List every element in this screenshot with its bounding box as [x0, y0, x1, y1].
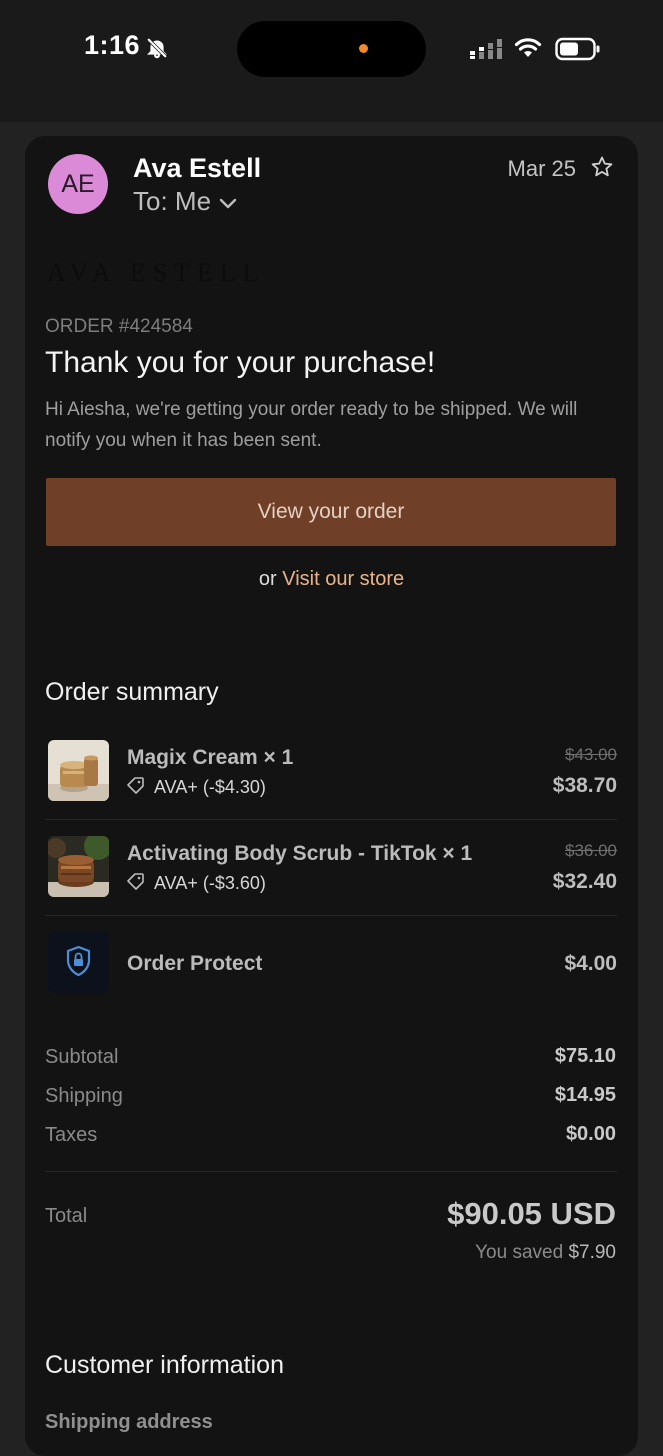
- camera-indicator-icon: [359, 44, 368, 53]
- battery-icon: [555, 37, 601, 66]
- visit-store-link[interactable]: Visit our store: [282, 568, 404, 590]
- list-item: Magix Cream × 1 AVA+ (-$4.30) $43.00 $38…: [45, 740, 617, 802]
- product-image-body-scrub: [48, 836, 109, 897]
- star-icon[interactable]: [590, 155, 614, 184]
- brand-logo: AVA ESTELL: [47, 258, 266, 287]
- item-discount: AVA+ (-$3.60): [127, 872, 266, 895]
- clock-time: 1:16: [84, 30, 141, 60]
- recipient-label: To: Me: [133, 186, 212, 216]
- saved-prefix: You saved: [475, 1242, 564, 1263]
- savings-text: You saved $7.90: [475, 1242, 616, 1264]
- shipping-address-label: Shipping address: [45, 1411, 213, 1433]
- divider: [45, 1171, 617, 1172]
- item-price: $32.40: [552, 870, 617, 893]
- page-title: Thank you for your purchase!: [45, 346, 436, 379]
- item-price: $4.00: [564, 952, 617, 975]
- item-name: Order Protect: [127, 952, 263, 975]
- item-discount: AVA+ (-$4.30): [127, 776, 266, 799]
- status-bar: 1:16: [0, 0, 663, 122]
- divider: [45, 819, 617, 820]
- total-value: $90.05 USD: [447, 1196, 616, 1231]
- email-date: Mar 25: [507, 156, 576, 181]
- chevron-down-icon: [219, 186, 237, 217]
- divider: [45, 915, 617, 916]
- bell-muted-icon: [146, 37, 168, 64]
- total-label: Total: [45, 1205, 88, 1227]
- subtotal-label: Subtotal: [45, 1046, 119, 1068]
- or-text: or: [258, 568, 277, 590]
- order-summary-title: Order summary: [45, 678, 219, 706]
- visit-store-line: or Visit our store: [25, 568, 638, 591]
- taxes-value: $0.00: [565, 1123, 616, 1145]
- subtotal-value: $75.10: [554, 1045, 616, 1067]
- recipient-toggle[interactable]: To: Me: [133, 186, 237, 217]
- tag-icon: [127, 872, 145, 895]
- view-order-button[interactable]: View your order: [46, 478, 616, 546]
- list-item: Activating Body Scrub - TikTok × 1 AVA+ …: [45, 836, 617, 898]
- intro-text: Hi Aiesha, we're getting your order read…: [45, 399, 578, 451]
- list-item: Order Protect $4.00: [45, 932, 617, 994]
- discount-label: AVA+ (-$4.30): [154, 777, 266, 797]
- taxes-label: Taxes: [45, 1124, 98, 1146]
- tag-icon: [127, 776, 145, 799]
- shipping-label: Shipping: [45, 1085, 123, 1107]
- discount-label: AVA+ (-$3.60): [154, 873, 266, 893]
- item-name: Activating Body Scrub - TikTok × 1: [127, 842, 473, 865]
- shipping-value: $14.95: [554, 1084, 616, 1106]
- original-price: $43.00: [565, 745, 617, 764]
- sender-name[interactable]: Ava Estell: [133, 153, 261, 184]
- order-protect-image: [48, 932, 109, 993]
- order-number: ORDER #424584: [45, 316, 193, 337]
- customer-info-title: Customer information: [45, 1351, 284, 1379]
- wifi-icon: [514, 37, 542, 64]
- saved-amount: $7.90: [568, 1242, 616, 1263]
- item-price: $38.70: [552, 774, 617, 797]
- cellular-signal-icon: [470, 39, 504, 64]
- avatar[interactable]: AE: [48, 154, 108, 214]
- dynamic-island: [237, 21, 426, 77]
- email-card: AE Ava Estell To: Me Mar 25 AVA ESTELL O…: [25, 136, 638, 1456]
- product-image-magix-cream: [48, 740, 109, 801]
- original-price: $36.00: [565, 841, 617, 860]
- item-name: Magix Cream × 1: [127, 746, 294, 769]
